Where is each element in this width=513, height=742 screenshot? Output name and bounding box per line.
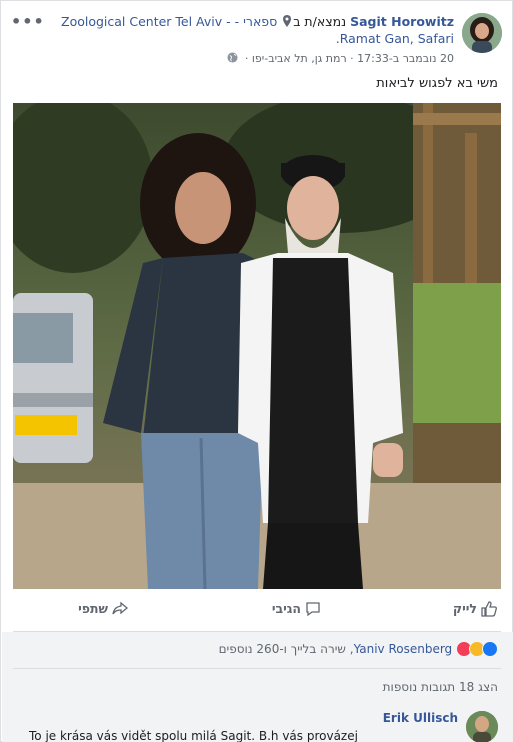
actions-divider <box>13 631 501 632</box>
comment-label: הגיבי <box>271 601 301 616</box>
share-button[interactable]: שתפי <box>78 601 129 617</box>
like-button[interactable]: לייק <box>453 601 497 617</box>
share-icon <box>112 601 129 615</box>
reactions-summary[interactable]: Yaniv Rosenberg, שירה בלייך ו-260 נוספים <box>219 641 498 659</box>
author-name[interactable]: Sagit Horowitz <box>350 14 454 29</box>
post-header-text: Sagit Horowitz נמצא/ת ב ספארי - - Zoolog… <box>54 13 454 47</box>
commenter-avatar[interactable] <box>466 711 498 742</box>
post-timestamp[interactable]: 20 נובמבר ב-17:33 <box>357 52 454 65</box>
like-reaction-icon <box>482 641 498 657</box>
reaction-others[interactable]: , שירה בלייך ו-260 נוספים <box>219 642 354 656</box>
location-pin-icon <box>283 15 292 27</box>
post-header: Sagit Horowitz נמצא/ת ב ספארי - - Zoolog… <box>1 11 513 71</box>
view-more-comments[interactable]: הצג 18 תגובות נוספות <box>383 680 498 694</box>
post-text: משי בא לפגוש לביאות <box>376 76 498 91</box>
post-photo[interactable] <box>13 103 501 589</box>
reaction-friend-name[interactable]: Yaniv Rosenberg <box>354 642 453 656</box>
post-actions: לייק הגיבי שתפי <box>13 597 501 625</box>
at-location-text: נמצא/ת ב <box>293 14 347 29</box>
like-label: לייק <box>452 601 477 616</box>
comment-icon <box>306 602 320 617</box>
meta-separator: · <box>350 52 354 65</box>
reaction-icons <box>456 641 498 660</box>
more-options-icon[interactable]: ••• <box>11 14 45 30</box>
thumbs-up-icon <box>481 601 497 617</box>
commenter-name[interactable]: Erik Ullisch <box>383 711 458 725</box>
post-card: Sagit Horowitz נמצא/ת ב ספארי - - Zoolog… <box>0 0 513 742</box>
reactions-divider <box>13 668 501 669</box>
author-avatar[interactable] <box>462 13 502 53</box>
globe-icon[interactable] <box>227 52 238 63</box>
comment-text: To je krása vás vidět spolu milá Sagit. … <box>29 729 358 742</box>
share-label: שתפי <box>78 601 108 616</box>
comment-button[interactable]: הגיבי <box>272 601 321 617</box>
meta-separator-2: · <box>244 52 249 65</box>
post-place[interactable]: רמת גן, תל אביב-יפו <box>252 52 347 65</box>
post-meta: 20 נובמבר ב-17:33 · רמת גן, תל אביב-יפו … <box>227 52 454 65</box>
